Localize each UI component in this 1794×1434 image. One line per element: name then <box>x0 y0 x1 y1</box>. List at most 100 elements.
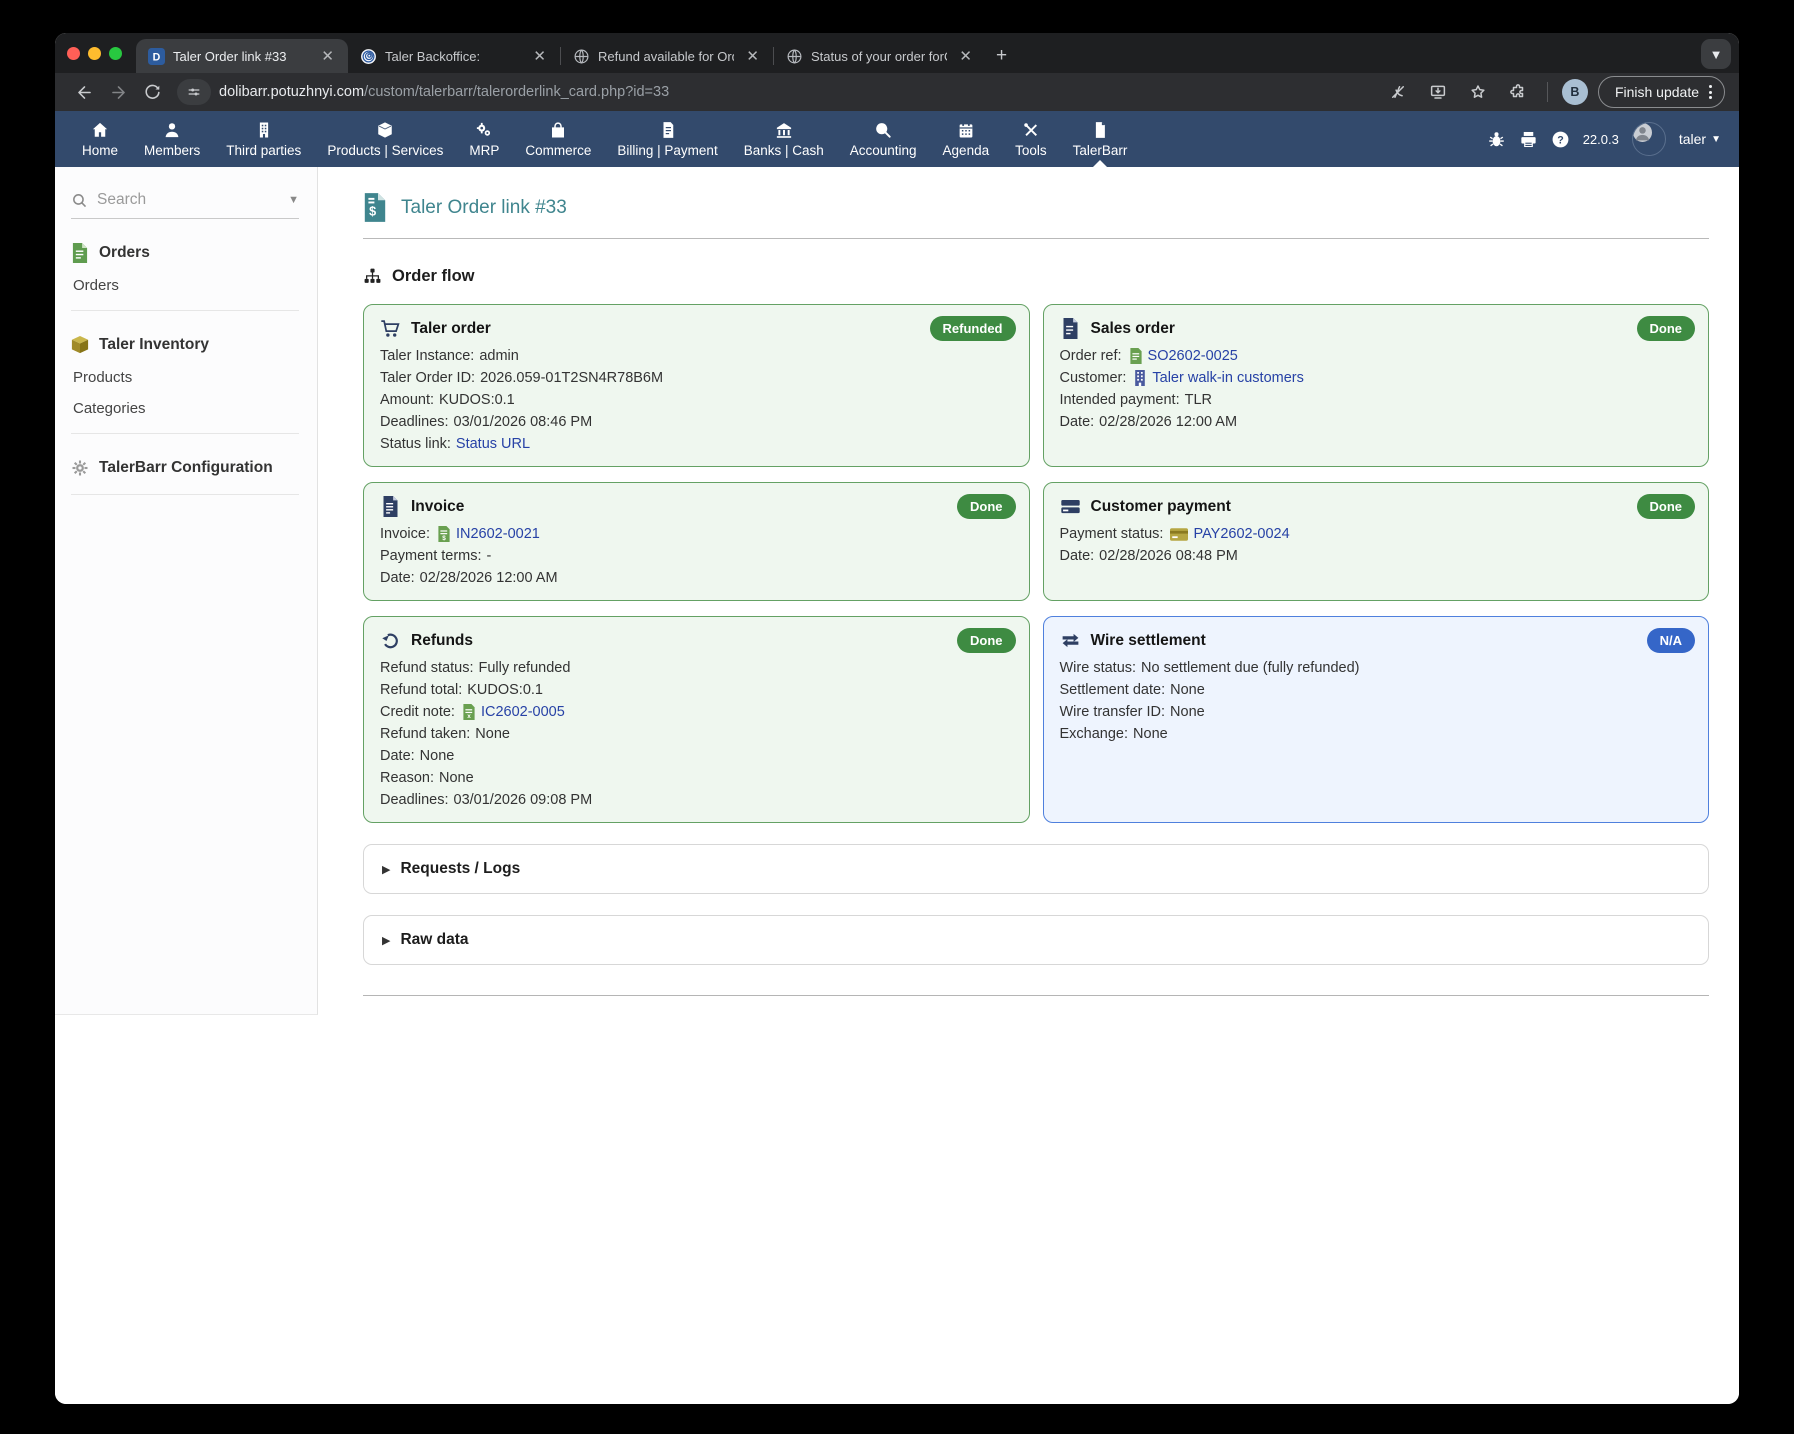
finish-update-button[interactable]: Finish update <box>1598 76 1725 108</box>
tab-taler-backoffice[interactable]: Taler Backoffice: ✕ <box>348 39 560 73</box>
svg-text:?: ? <box>1557 134 1564 146</box>
url-path: /custom/talerbarr/talerorderlink_card.ph… <box>364 84 669 100</box>
close-icon[interactable]: ✕ <box>317 47 338 66</box>
field-row: Payment status:PAY2602-0024 <box>1060 526 1693 542</box>
sidebar-item-orders[interactable]: Orders <box>73 277 299 294</box>
building-icon <box>255 121 273 139</box>
calendar-icon <box>957 121 975 139</box>
menu-item-talerbarr[interactable]: TalerBarr <box>1060 111 1141 167</box>
forward-button[interactable] <box>103 77 133 107</box>
tab-search-chevron-icon[interactable]: ▼ <box>1701 39 1731 69</box>
close-icon[interactable]: ✕ <box>529 47 550 66</box>
menu-item-members[interactable]: Members <box>131 111 213 167</box>
cube-icon <box>376 121 394 139</box>
sidebar-item-categories[interactable]: Categories <box>73 400 299 417</box>
close-icon[interactable]: ✕ <box>742 47 763 66</box>
printer-icon[interactable] <box>1519 130 1538 149</box>
customer-link[interactable]: Taler walk-in customers <box>1152 370 1304 386</box>
bill-icon <box>659 121 677 139</box>
field-row: Amount:KUDOS:0.1 <box>380 392 1013 408</box>
field-row: Deadlines:03/01/2026 08:46 PM <box>380 414 1013 430</box>
address-bar[interactable]: dolibarr.potuzhnyi.com/custom/talerbarr/… <box>219 84 669 100</box>
menubar-right: ? 22.0.3 taler▼ <box>1487 111 1721 167</box>
close-icon[interactable]: ✕ <box>955 47 976 66</box>
menu-item-home[interactable]: Home <box>69 111 131 167</box>
field-row: Taler Order ID:2026.059-01T2SN4R78B6M <box>380 370 1013 386</box>
field-row: Wire status:No settlement due (fully ref… <box>1060 660 1693 676</box>
sitemap-icon <box>363 267 382 286</box>
menu-item-accounting[interactable]: Accounting <box>837 111 930 167</box>
maximize-window-button[interactable] <box>109 47 122 60</box>
card-refunds: Refunds Done Refund status:Fully refunde… <box>363 616 1030 823</box>
requests-logs-toggle[interactable]: ▶ Requests / Logs <box>363 844 1709 894</box>
page-title: Taler Order link #33 <box>401 197 567 219</box>
user-menu[interactable]: taler▼ <box>1679 131 1721 147</box>
menu-item-mrp[interactable]: MRP <box>456 111 512 167</box>
divider <box>71 494 299 495</box>
sidebar-section-title[interactable]: TalerBarr Configuration <box>99 459 273 477</box>
extensions-puzzle-icon[interactable] <box>1503 77 1533 107</box>
user-avatar[interactable] <box>1632 122 1666 156</box>
tab-refund-available[interactable]: Refund available for Order to ✕ <box>561 39 773 73</box>
globe-favicon <box>573 48 590 65</box>
bookmark-star-icon[interactable] <box>1463 77 1493 107</box>
green-doc-icon <box>71 243 89 263</box>
raw-data-toggle[interactable]: ▶ Raw data <box>363 915 1709 965</box>
status-badge: N/A <box>1647 628 1695 653</box>
status-url-link[interactable]: Status URL <box>456 436 530 452</box>
menu-item-billing-payment[interactable]: Billing | Payment <box>604 111 730 167</box>
field-row: Settlement date:None <box>1060 682 1693 698</box>
document-icon <box>1060 318 1081 339</box>
translate-off-icon[interactable] <box>1383 77 1413 107</box>
invoice-link[interactable]: IN2602-0021 <box>456 526 540 542</box>
green-invoice-icon: $ <box>437 526 451 542</box>
field-row: Date:02/28/2026 12:00 AM <box>1060 414 1693 430</box>
payment-link[interactable]: PAY2602-0024 <box>1193 526 1289 542</box>
help-icon[interactable]: ? <box>1551 130 1570 149</box>
field-row: Customer:Taler walk-in customers <box>1060 370 1693 386</box>
search-caret-icon[interactable]: ▼ <box>288 194 299 206</box>
minimize-window-button[interactable] <box>88 47 101 60</box>
bug-icon[interactable] <box>1487 130 1506 149</box>
back-button[interactable] <box>69 77 99 107</box>
field-row: Status link:Status URL <box>380 436 1013 452</box>
site-info-button[interactable] <box>177 79 211 105</box>
close-window-button[interactable] <box>67 47 80 60</box>
menu-item-products-services[interactable]: Products | Services <box>314 111 456 167</box>
card-title: Sales order <box>1091 320 1175 338</box>
field-row: Deadlines:03/01/2026 09:08 PM <box>380 792 1013 808</box>
screen-background: D Taler Order link #33 ✕ Taler Backoffic… <box>0 0 1794 1434</box>
sidebar: ▼ Orders Orders Taler Inventory Products… <box>55 167 318 1015</box>
install-app-icon[interactable] <box>1423 77 1453 107</box>
browser-profile-avatar[interactable]: B <box>1562 79 1588 105</box>
divider <box>71 310 299 311</box>
menu-item-tools[interactable]: Tools <box>1002 111 1060 167</box>
status-badge: Done <box>957 494 1016 519</box>
credit-note-link[interactable]: IC2602-0005 <box>481 704 565 720</box>
new-tab-button[interactable]: + <box>996 45 1007 67</box>
toolbar-right: B Finish update <box>1383 76 1725 108</box>
card-title: Customer payment <box>1091 498 1231 516</box>
card-sales-order: Sales order Done Order ref:SO2602-0025 C… <box>1043 304 1710 467</box>
field-row: Wire transfer ID:None <box>1060 704 1693 720</box>
search-input[interactable] <box>97 191 247 209</box>
home-icon <box>91 121 109 139</box>
divider <box>363 238 1709 239</box>
field-row: Date:None <box>380 748 1013 764</box>
sidebar-item-products[interactable]: Products <box>73 369 299 386</box>
reload-button[interactable] <box>137 77 167 107</box>
menu-item-banks-cash[interactable]: Banks | Cash <box>731 111 837 167</box>
sidebar-section-title: Taler Inventory <box>99 336 209 354</box>
field-row: Taler Instance:admin <box>380 348 1013 364</box>
sales-order-link[interactable]: SO2602-0025 <box>1148 348 1238 364</box>
card-title: Taler order <box>411 320 491 338</box>
tab-taler-order-link[interactable]: D Taler Order link #33 ✕ <box>136 39 348 73</box>
menu-item-agenda[interactable]: Agenda <box>930 111 1003 167</box>
gold-box-icon <box>71 335 89 355</box>
menu-item-commerce[interactable]: Commerce <box>512 111 604 167</box>
page-content: ▼ Orders Orders Taler Inventory Products… <box>55 167 1739 1404</box>
tab-order-status[interactable]: Status of your order forOrder ✕ <box>774 39 986 73</box>
field-row: Reason:None <box>380 770 1013 786</box>
menu-item-third-parties[interactable]: Third parties <box>213 111 314 167</box>
browser-menu-icon[interactable] <box>1709 85 1712 99</box>
